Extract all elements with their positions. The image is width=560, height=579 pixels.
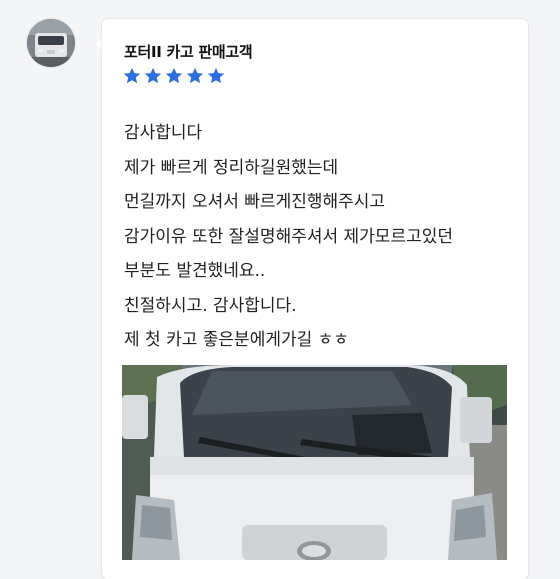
review-line: 부분도 발견했네요..	[124, 261, 266, 281]
review-line: 먼길까지 오셔서 빠르게진행해주시고	[124, 192, 386, 212]
star-icon	[207, 67, 225, 84]
reviewer-avatar	[27, 19, 75, 67]
star-icon	[144, 67, 162, 84]
star-icon	[165, 67, 183, 84]
review-text: 감사합니다 제가 빠르게 정리하길원했는데 먼길까지 오셔서 빠르게진행해주시고…	[124, 116, 514, 358]
reviewer-name: 포터II 카고 판매고객	[124, 43, 253, 61]
truck-photo	[122, 365, 507, 560]
review-line: 제 첫 카고 좋은분에게가길 ㅎㅎ	[124, 330, 349, 350]
review-line: 친절하시고. 감사합니다.	[124, 295, 297, 316]
star-rating	[122, 66, 226, 86]
star-icon	[123, 67, 141, 84]
review-line: 감가이유 또한 잘설명해주셔서 제가모르고있던	[124, 226, 454, 247]
star-icon	[186, 67, 204, 84]
review-photo[interactable]	[122, 365, 507, 560]
review-line: 제가 빠르게 정리하길원했는데	[124, 157, 339, 178]
review-line: 감사합니다	[124, 123, 203, 143]
